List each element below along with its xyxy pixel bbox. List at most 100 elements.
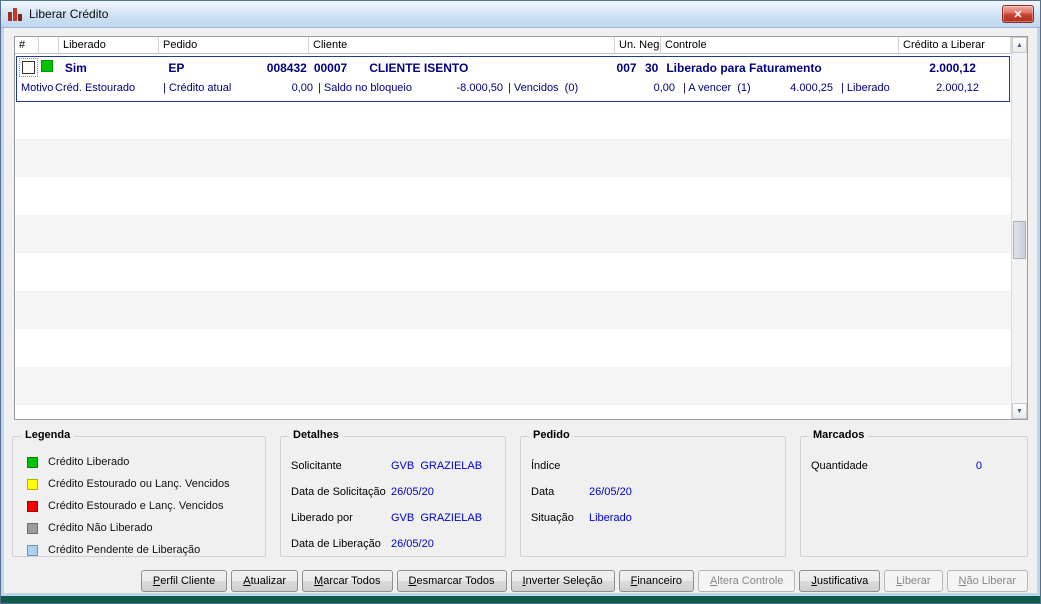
titlebar[interactable]: Liberar Crédito ✕ [1, 1, 1040, 28]
order-label: Data [531, 486, 555, 498]
pedido-tipo: EP [168, 60, 185, 75]
credito-atual-label: | Crédito atual [163, 82, 232, 94]
row-checkbox[interactable] [22, 61, 35, 74]
scroll-up-icon: ▲ [1016, 41, 1023, 49]
column-header-credito-a-liberar[interactable]: Crédito a Liberar [899, 37, 1011, 53]
order-row-situacao: Situação Liberado [531, 505, 785, 531]
perfil-cliente-button[interactable]: Perfil Cliente [140, 570, 228, 592]
column-header-liberado[interactable]: Liberado [59, 37, 159, 53]
legend-group: Legenda Crédito Liberado Crédito Estoura… [12, 429, 266, 557]
column-header-controle[interactable]: Controle [661, 37, 899, 53]
liberado-label: | Liberado [841, 82, 890, 94]
legend-item: Crédito Liberado [27, 451, 265, 473]
legend-item: Crédito Não Liberado [27, 517, 265, 539]
inverter-selecao-button[interactable]: Inverter Seleção [510, 570, 615, 592]
motivo-label: Motivo [21, 82, 54, 94]
legend-title: Legenda [21, 429, 75, 441]
dialog-client-area: # Liberado Pedido Cliente Un. Neg. Contr… [4, 28, 1037, 593]
marked-label: Quantidade [811, 460, 868, 472]
order-value: Liberado [589, 512, 632, 524]
legend-item: Crédito Estourado ou Lanç. Vencidos [27, 473, 265, 495]
order-list: Índice Data 26/05/20 Situação Liberado [521, 437, 785, 531]
marked-group: Marcados Quantidade 0 [800, 429, 1028, 557]
pedido-numero: 008432 [266, 60, 307, 75]
status-indicator [40, 60, 53, 72]
legend-label: Crédito Pendente de Liberação [48, 544, 201, 556]
nao-liberar-button: Não Liberar [946, 570, 1028, 592]
button-bar: Perfil Cliente Atualizar Marcar Todos De… [140, 570, 1028, 592]
vencidos-value: 0,00 [653, 82, 675, 94]
atualizar-button[interactable]: Atualizar [231, 570, 299, 592]
marked-value: 0 [975, 460, 982, 472]
table-row[interactable]: Sim EP 008432 00007 CLIENTE ISENTO 007 3… [17, 57, 1009, 78]
detail-label: Solicitante [291, 460, 342, 472]
marcar-todos-button[interactable]: Marcar Todos [302, 570, 393, 592]
column-header-index[interactable]: # [15, 37, 39, 53]
cliente-codigo: 00007 [313, 60, 348, 75]
column-header-pedido[interactable]: Pedido [159, 37, 309, 53]
column-header-cliente[interactable]: Cliente [309, 37, 615, 53]
column-header-un-neg[interactable]: Un. Neg. [615, 37, 661, 53]
legend-swatch-lightblue [27, 544, 38, 556]
credit-grid: # Liberado Pedido Cliente Un. Neg. Contr… [14, 36, 1028, 420]
justificativa-button[interactable]: Justificativa [799, 570, 881, 592]
financeiro-button[interactable]: Financeiro [618, 570, 694, 592]
legend-label: Crédito Liberado [48, 456, 130, 468]
legend-swatch-red [27, 500, 38, 512]
vertical-scrollbar[interactable]: ▲ ▼ [1011, 37, 1027, 419]
marked-row-quantidade: Quantidade 0 [811, 453, 1027, 479]
a-vencer-value: 4.000,25 [790, 82, 833, 94]
details-list: Solicitante GVB GRAZIELAB Data de Solici… [281, 437, 505, 557]
legend-item: Crédito Pendente de Liberação [27, 539, 265, 561]
cell-pedido: EP 008432 [160, 61, 309, 75]
credito-atual-value: 0,00 [291, 82, 313, 94]
legend-swatch-gray [27, 522, 38, 534]
liberar-button: Liberar [884, 570, 943, 592]
detail-label: Data de Solicitação [291, 486, 386, 498]
details-title: Detalhes [289, 429, 343, 441]
window-title: Liberar Crédito [29, 7, 109, 21]
cliente-nome: CLIENTE ISENTO [369, 60, 469, 75]
scroll-up-button[interactable]: ▲ [1012, 37, 1027, 53]
marked-title: Marcados [809, 429, 869, 441]
order-row-data: Data 26/05/20 [531, 479, 785, 505]
order-label: Situação [531, 512, 574, 524]
column-header-status[interactable] [39, 37, 59, 53]
close-button[interactable]: ✕ [1002, 5, 1034, 23]
detail-row-data-solicitacao: Data de Solicitação 26/05/20 [291, 479, 505, 505]
legend-list: Crédito Liberado Crédito Estourado ou La… [13, 437, 265, 561]
order-group: Pedido Índice Data 26/05/20 Situação Lib… [520, 429, 786, 557]
saldo-bloqueio-value: -8.000,50 [456, 82, 503, 94]
cell-credito-a-liberar: 2.000,12 [929, 60, 976, 75]
scroll-down-button[interactable]: ▼ [1012, 403, 1027, 419]
desmarcar-todos-button[interactable]: Desmarcar Todos [396, 570, 507, 592]
scrollbar-thumb[interactable] [1013, 221, 1026, 259]
saldo-bloqueio-label: | Saldo no bloqueio [318, 82, 412, 94]
legend-label: Crédito Estourado e Lanç. Vencidos [48, 500, 224, 512]
liberado-value: 2.000,12 [936, 82, 979, 94]
grid-header: # Liberado Pedido Cliente Un. Neg. Contr… [15, 37, 1011, 54]
legend-label: Crédito Não Liberado [48, 522, 153, 534]
scroll-down-icon: ▼ [1016, 407, 1023, 415]
legend-label: Crédito Estourado ou Lanç. Vencidos [48, 478, 230, 490]
selected-row-group: Sim EP 008432 00007 CLIENTE ISENTO 007 3… [16, 56, 1010, 102]
detail-row-solicitante: Solicitante GVB GRAZIELAB [291, 453, 505, 479]
grid-body: Sim EP 008432 00007 CLIENTE ISENTO 007 3… [15, 54, 1011, 419]
app-icon [7, 6, 23, 22]
details-group: Detalhes Solicitante GVB GRAZIELAB Data … [280, 429, 506, 557]
a-vencer-label: | A vencer (1) [683, 82, 751, 94]
altera-controle-button: Altera Controle [698, 570, 796, 592]
detail-label: Liberado por [291, 512, 353, 524]
detail-value: 26/05/20 [391, 486, 434, 498]
order-row-indice: Índice [531, 453, 785, 479]
detail-row-data-liberacao: Data de Liberação 26/05/20 [291, 531, 505, 557]
cell-cliente: 00007 CLIENTE ISENTO [310, 61, 615, 75]
vencidos-label: | Vencidos (0) [508, 82, 579, 94]
window-bottom-edge [1, 596, 1040, 603]
detail-row-liberado-por: Liberado por GVB GRAZIELAB [291, 505, 505, 531]
detail-value: GVB GRAZIELAB [391, 460, 483, 472]
liberar-credito-window: Liberar Crédito ✕ # Liberado Pedido Clie… [0, 0, 1041, 604]
scrollbar-track[interactable] [1012, 53, 1027, 403]
order-value: 26/05/20 [589, 486, 632, 498]
motivo-row[interactable]: Motivo Créd. Estourado | Crédito atual 0… [17, 78, 1009, 101]
